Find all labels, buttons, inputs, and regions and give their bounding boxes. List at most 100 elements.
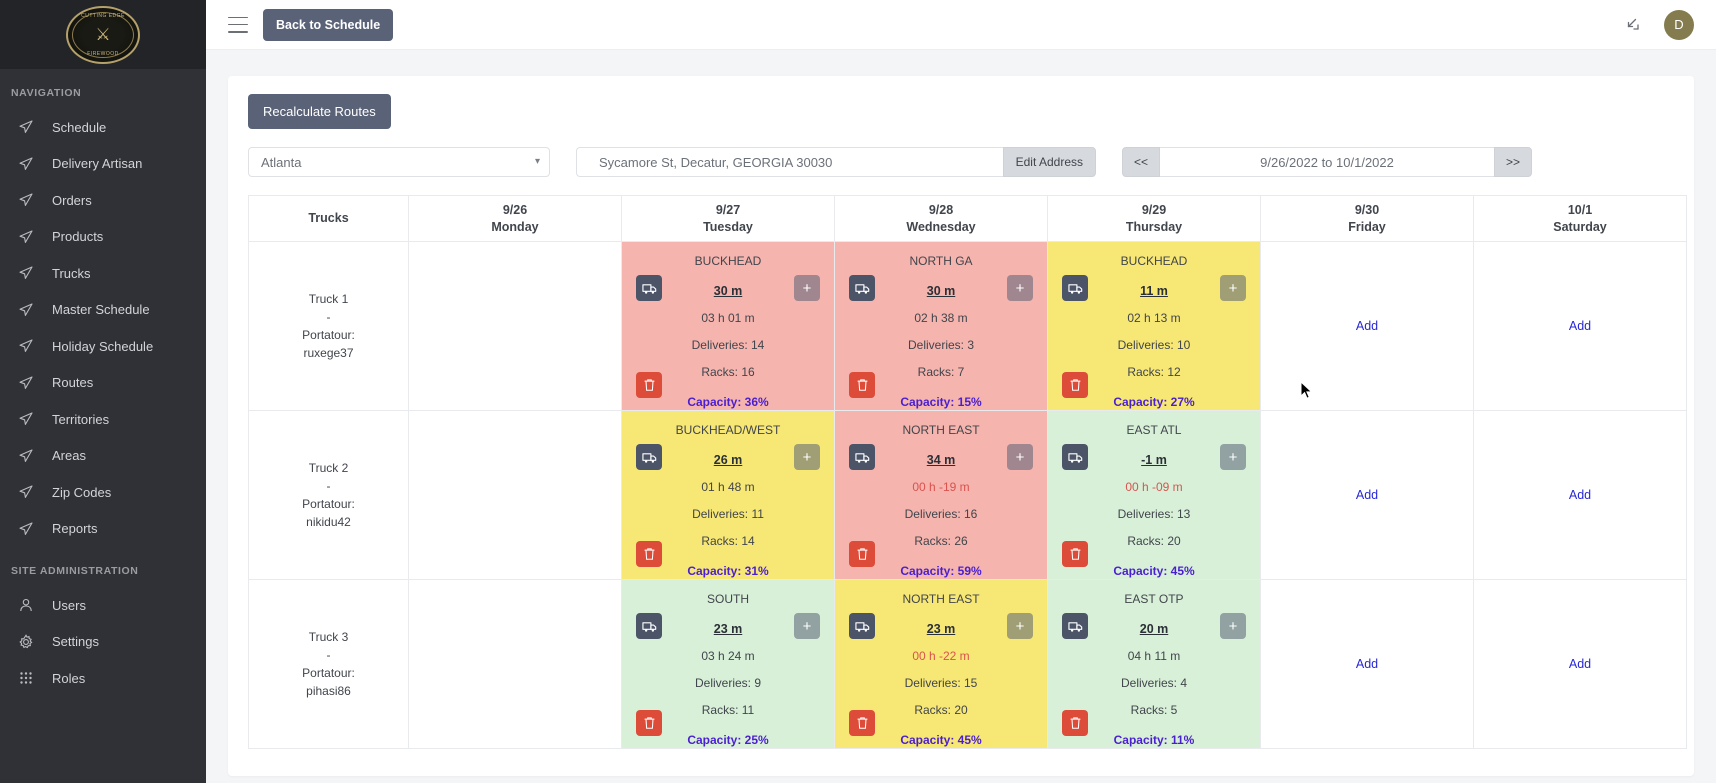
- add-route-button[interactable]: +: [1220, 444, 1246, 470]
- delete-route-button[interactable]: [849, 541, 875, 567]
- sidebar-item-delivery-artisan[interactable]: Delivery Artisan: [0, 146, 206, 183]
- sidebar-item-master-schedule[interactable]: Master Schedule: [0, 292, 206, 329]
- column-header-date: 10/1: [1567, 202, 1593, 217]
- sidebar-item-areas[interactable]: Areas: [0, 438, 206, 475]
- route-cell[interactable]: NORTH GA 30 m 02 h 38 m Deliveries: 3 Racks:…: [834, 241, 1048, 411]
- truck-icon-button[interactable]: [636, 275, 662, 301]
- sidebar-item-settings[interactable]: Settings: [0, 624, 206, 661]
- truck-icon-button[interactable]: [849, 275, 875, 301]
- navigation-arrow-icon: [17, 374, 34, 391]
- hamburger-icon[interactable]: [228, 16, 248, 33]
- column-header-trucks: Trucks: [248, 195, 409, 242]
- route-duration: 02 h 13 m: [1127, 311, 1181, 325]
- add-route-button[interactable]: +: [794, 613, 820, 639]
- delete-route-button[interactable]: [1062, 541, 1088, 567]
- route-title: BUCKHEAD: [694, 254, 762, 268]
- column-header-day: 9/26 Monday: [408, 195, 622, 242]
- delete-route-button[interactable]: [1062, 710, 1088, 736]
- delete-route-button[interactable]: [636, 372, 662, 398]
- route-cell[interactable]: BUCKHEAD/WEST 26 m 01 h 48 m Deliveries: 11…: [621, 410, 835, 580]
- route-cell[interactable]: NORTH EAST 34 m 00 h -19 m Deliveries: 16 Ra…: [834, 410, 1048, 580]
- sidebar-item-routes[interactable]: Routes: [0, 365, 206, 402]
- add-cell[interactable]: Add: [1473, 410, 1687, 580]
- route-deliveries: Deliveries: 14: [691, 338, 765, 352]
- sidebar-item-holiday-schedule[interactable]: Holiday Schedule: [0, 328, 206, 365]
- add-cell[interactable]: Add: [1473, 579, 1687, 749]
- nav-list: Schedule Delivery Artisan Orders Products Tr…: [0, 109, 206, 547]
- add-route-button[interactable]: +: [794, 275, 820, 301]
- add-cell[interactable]: Add: [1260, 579, 1474, 749]
- app-root: CUTTING EDGE ⚔ FIREWOOD NAVIGATION Sched…: [0, 0, 1716, 783]
- route-cell[interactable]: NORTH EAST 23 m 00 h -22 m Deliveries: 15 Ra…: [834, 579, 1048, 749]
- sidebar-item-label: Holiday Schedule: [52, 338, 154, 354]
- add-route-button[interactable]: +: [1220, 275, 1246, 301]
- sidebar-item-trucks[interactable]: Trucks: [0, 255, 206, 292]
- sidebar-item-label: Settings: [52, 634, 99, 650]
- route-cell[interactable]: EAST OTP 20 m 04 h 11 m Deliveries: 4 Racks:…: [1047, 579, 1261, 749]
- add-link[interactable]: Add: [1356, 319, 1378, 333]
- city-select[interactable]: Atlanta: [248, 147, 550, 177]
- sidebar: CUTTING EDGE ⚔ FIREWOOD NAVIGATION Sched…: [0, 0, 206, 783]
- sidebar-item-products[interactable]: Products: [0, 219, 206, 256]
- add-route-button[interactable]: +: [1007, 444, 1033, 470]
- route-title: BUCKHEAD/WEST: [675, 423, 781, 437]
- delete-route-button[interactable]: [636, 710, 662, 736]
- back-to-schedule-button[interactable]: Back to Schedule: [263, 8, 394, 41]
- sidebar-item-reports[interactable]: Reports: [0, 511, 206, 548]
- add-link[interactable]: Add: [1569, 488, 1591, 502]
- sidebar-item-users[interactable]: Users: [0, 587, 206, 624]
- previous-week-button[interactable]: <<: [1122, 147, 1160, 177]
- sidebar-item-label: Areas: [52, 448, 86, 464]
- column-header-weekday: Friday: [1348, 219, 1386, 234]
- truck-icon-button[interactable]: [849, 444, 875, 470]
- expand-diagonal-icon[interactable]: [1625, 16, 1642, 33]
- sidebar-item-label: Trucks: [52, 265, 91, 281]
- route-cell[interactable]: EAST ATL -1 m 00 h -09 m Deliveries: 13 Rack…: [1047, 410, 1261, 580]
- address-input[interactable]: [576, 147, 1003, 177]
- add-link[interactable]: Add: [1569, 657, 1591, 671]
- delete-route-button[interactable]: [1062, 372, 1088, 398]
- sidebar-item-label: Routes: [52, 375, 94, 391]
- truck-icon-button[interactable]: [849, 613, 875, 639]
- route-cell[interactable]: BUCKHEAD 30 m 03 h 01 m Deliveries: 14 Racks…: [621, 241, 835, 411]
- route-deliveries: Deliveries: 3: [907, 338, 975, 352]
- next-week-button[interactable]: >>: [1494, 147, 1532, 177]
- sidebar-item-schedule[interactable]: Schedule: [0, 109, 206, 146]
- column-header-date: 9/29: [1141, 202, 1167, 217]
- route-title: EAST ATL: [1126, 423, 1182, 437]
- navigation-arrow-icon: [17, 155, 34, 172]
- add-route-button[interactable]: +: [1007, 275, 1033, 301]
- add-route-button[interactable]: +: [1007, 613, 1033, 639]
- edit-address-button[interactable]: Edit Address: [1002, 147, 1096, 177]
- delete-route-button[interactable]: [849, 372, 875, 398]
- add-link[interactable]: Add: [1356, 657, 1378, 671]
- avatar[interactable]: D: [1664, 9, 1694, 40]
- add-cell[interactable]: Add: [1260, 410, 1474, 580]
- route-cell-inner: BUCKHEAD/WEST 26 m 01 h 48 m Deliveries: 11…: [622, 411, 834, 579]
- add-link[interactable]: Add: [1569, 319, 1591, 333]
- sidebar-item-label: Roles: [52, 670, 86, 686]
- delete-route-button[interactable]: [849, 710, 875, 736]
- add-cell[interactable]: Add: [1260, 241, 1474, 411]
- route-cell[interactable]: BUCKHEAD 11 m 02 h 13 m Deliveries: 10 Racks…: [1047, 241, 1261, 411]
- add-link[interactable]: Add: [1356, 488, 1378, 502]
- truck-icon-button[interactable]: [1062, 613, 1088, 639]
- recalculate-routes-button[interactable]: Recalculate Routes: [248, 94, 391, 129]
- truck-icon-button[interactable]: [636, 444, 662, 470]
- truck-icon-button[interactable]: [1062, 275, 1088, 301]
- admin-list: Users Settings Roles: [0, 587, 206, 697]
- table-row: Truck 1- Portatour: ruxege37 BUCKHEAD 30 m 03…: [248, 241, 1687, 411]
- add-route-button[interactable]: +: [794, 444, 820, 470]
- add-route-button[interactable]: +: [1220, 613, 1246, 639]
- truck-icon-button[interactable]: [1062, 444, 1088, 470]
- sidebar-item-orders[interactable]: Orders: [0, 182, 206, 219]
- sidebar-item-label: Schedule: [52, 119, 107, 135]
- add-cell[interactable]: Add: [1473, 241, 1687, 411]
- truck-icon-button[interactable]: [636, 613, 662, 639]
- sidebar-item-zip-codes[interactable]: Zip Codes: [0, 474, 206, 511]
- sidebar-item-territories[interactable]: Territories: [0, 401, 206, 438]
- sidebar-item-roles[interactable]: Roles: [0, 660, 206, 697]
- route-cell[interactable]: SOUTH 23 m 03 h 24 m Deliveries: 9 Racks: 11…: [621, 579, 835, 749]
- brand-logo[interactable]: CUTTING EDGE ⚔ FIREWOOD: [0, 0, 206, 69]
- delete-route-button[interactable]: [636, 541, 662, 567]
